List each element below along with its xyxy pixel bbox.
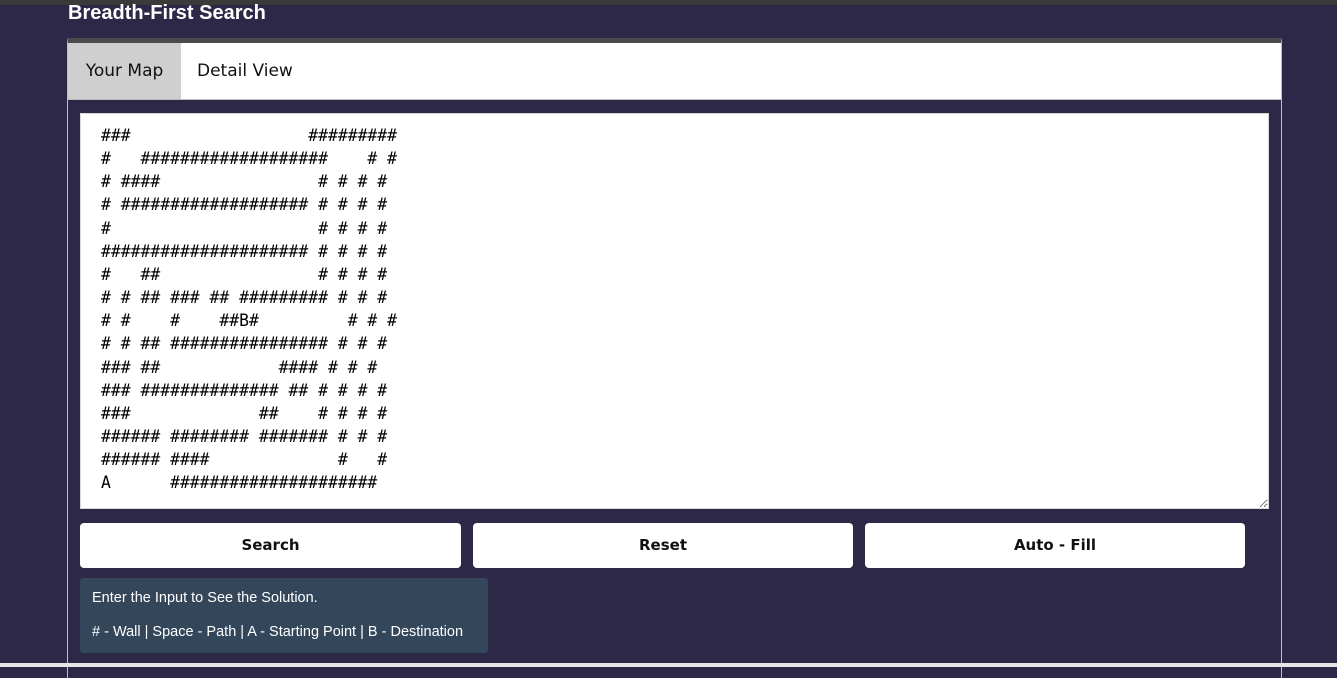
info-box: Enter the Input to See the Solution. # -… bbox=[80, 578, 488, 653]
reset-button[interactable]: Reset bbox=[473, 523, 853, 568]
map-input[interactable]: ### ######### # ################### # # … bbox=[80, 113, 1269, 509]
tab-detail-view[interactable]: Detail View bbox=[197, 43, 297, 99]
page-title: Breadth-First Search bbox=[68, 2, 266, 25]
auto-fill-button[interactable]: Auto - Fill bbox=[865, 523, 1245, 568]
bottom-edge bbox=[0, 663, 1337, 667]
info-legend: # - Wall | Space - Path | A - Starting P… bbox=[92, 624, 463, 640]
search-button[interactable]: Search bbox=[80, 523, 461, 568]
main-panel: Your Map Detail View ### ######### # ###… bbox=[67, 38, 1282, 678]
info-instruction: Enter the Input to See the Solution. bbox=[92, 590, 318, 606]
tab-your-map[interactable]: Your Map bbox=[68, 43, 181, 99]
tab-bar: Your Map Detail View bbox=[68, 43, 1281, 100]
